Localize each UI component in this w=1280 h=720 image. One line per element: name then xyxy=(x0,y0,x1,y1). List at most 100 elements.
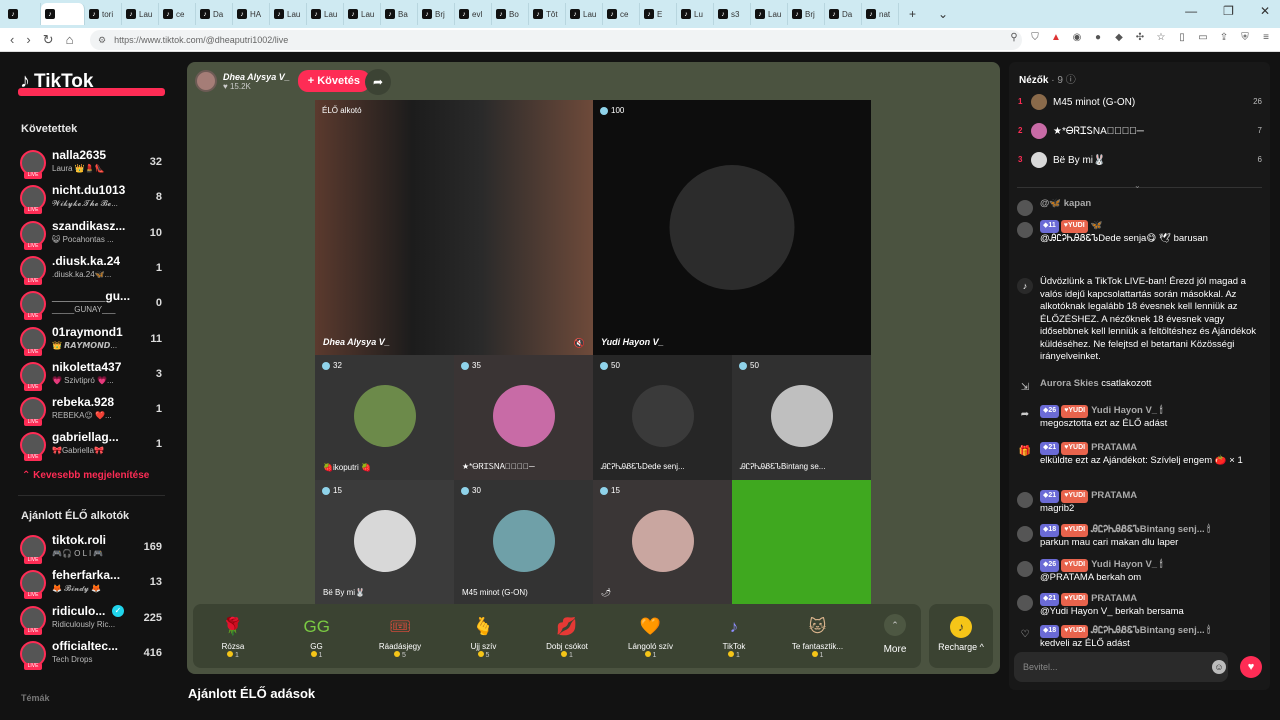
extension-icon[interactable]: ● xyxy=(1092,32,1104,43)
guest-video-cell[interactable] xyxy=(732,480,871,605)
browser-tab[interactable]: ♪ xyxy=(4,3,41,25)
extension-icon[interactable]: ◉ xyxy=(1071,32,1083,43)
guest-video-cell[interactable]: ÉLŐ alkotó Dhea Alysya V_ 🔇 xyxy=(315,100,593,355)
sidebar-creator-item[interactable]: LIVE 01raymond1 👑 𝙍𝘼𝙔𝙈𝙊𝙉𝘿... 11 xyxy=(20,325,165,357)
top-viewer-row[interactable]: 3 Bë By mi🐰 6 xyxy=(1017,150,1262,170)
browser-tab[interactable]: ♪ evl xyxy=(455,3,492,25)
chat-input[interactable]: Bevitel... ☺ xyxy=(1014,652,1228,682)
info-icon[interactable]: ⓘ xyxy=(1066,75,1076,86)
host-avatar[interactable] xyxy=(195,70,217,92)
browser-tab[interactable]: ♪ Tôt xyxy=(529,3,566,25)
chat-username[interactable]: 🦋 xyxy=(1091,220,1103,231)
browser-tab[interactable]: ♪ tori xyxy=(85,3,122,25)
chat-username[interactable]: @🦋 kapan xyxy=(1040,198,1091,209)
browser-tab[interactable]: ♪ Brj xyxy=(418,3,455,25)
home-icon[interactable]: ⌂ xyxy=(66,32,74,48)
more-gifts-button[interactable]: ⌃ More xyxy=(873,614,917,655)
warning-icon[interactable]: ▲ xyxy=(1050,32,1062,43)
zoom-icon[interactable]: ⚲ xyxy=(1008,32,1020,43)
chat-username[interactable]: Aurora Skies xyxy=(1040,378,1099,389)
sidebar-creator-item[interactable]: LIVE tiktok.roli 🎮🎧 O L I 🎮 169 xyxy=(20,533,165,565)
share-icon[interactable]: ⇪ xyxy=(1218,32,1230,43)
browser-tab[interactable]: ♪ Lau xyxy=(270,3,307,25)
sidebar-icon[interactable]: ▯ xyxy=(1176,32,1188,43)
browser-tab[interactable]: ♪ s3 xyxy=(714,3,751,25)
puzzle-icon[interactable]: ✣ xyxy=(1134,32,1146,43)
browser-tab[interactable]: ♪ Ba xyxy=(381,3,418,25)
maximize-icon[interactable]: ❐ xyxy=(1223,4,1234,18)
browser-tab[interactable]: ♪ Lau xyxy=(307,3,344,25)
emoji-icon[interactable]: ☺ xyxy=(1212,660,1226,674)
sidebar-creator-item[interactable]: LIVE szandikasz... 😺 Pocahontas ... 10 xyxy=(20,219,165,251)
sidebar-creator-item[interactable]: LIVE ________gu... _____GUNAY___ 0 xyxy=(20,289,165,321)
browser-tab[interactable]: ♪ Brj xyxy=(788,3,825,25)
top-viewer-row[interactable]: 2 ★*ᎾᏒᏆᏚNA✧⃝✗⃝─ 7 xyxy=(1017,121,1262,141)
guest-video-cell[interactable]: 35 ★*ᎾᏒᏆᏚNA✧⃝✗⃝─ xyxy=(454,355,593,480)
bookmark-icon[interactable]: ☆ xyxy=(1155,32,1167,43)
url-field[interactable]: ⚙ https://www.tiktok.com/@dheaputri1002/… xyxy=(90,30,1022,50)
menu-icon[interactable]: ≡ xyxy=(1260,32,1272,43)
gift-item[interactable]: 🐱 Te fantasztik... 1 xyxy=(778,608,858,666)
expand-chevron-icon[interactable]: ⌄ xyxy=(1134,181,1141,190)
sidebar-creator-item[interactable]: LIVE nikoletta437 💗 Szivtipró 💗... 3 xyxy=(20,360,165,392)
chat-username[interactable]: PRATAMA xyxy=(1091,593,1137,604)
back-icon[interactable]: ‹ xyxy=(10,32,14,48)
like-heart-button[interactable]: ♥ xyxy=(1240,656,1262,678)
sidebar-creator-item[interactable]: LIVE .diusk.ka.24 .diusk.ka.24🦋... 1 xyxy=(20,254,165,286)
browser-tab[interactable]: ♪ E xyxy=(640,3,677,25)
tab-list-icon[interactable]: ⌄ xyxy=(938,7,948,21)
browser-tab[interactable]: ♪ Lau xyxy=(344,3,381,25)
guest-video-cell[interactable]: 15 Bë By mi🐰 xyxy=(315,480,454,605)
guest-video-cell[interactable]: 50 ᎯᏝᎮᏂᎯᏰᏋᏖBintang se... xyxy=(732,355,871,480)
guest-video-cell[interactable]: 100 Yudi Hayon V_ xyxy=(593,100,871,355)
top-viewer-row[interactable]: 1 M45 minot (G-ON) 26 xyxy=(1017,92,1262,112)
sidebar-creator-item[interactable]: LIVE feherfarka... 🦊 𝓑𝓲𝓷𝓭𝔂 🦊 13 xyxy=(20,568,165,600)
browser-tab[interactable]: ♪ Lau xyxy=(566,3,603,25)
browser-tab[interactable]: ♪ Lau xyxy=(122,3,159,25)
chat-username[interactable]: Yudi Hayon V_ 🕯 xyxy=(1091,405,1162,416)
follow-button[interactable]: + Követés xyxy=(297,70,370,92)
sidebar-creator-item[interactable]: LIVE officialtec... Tech Drops 416 xyxy=(20,639,165,671)
browser-tab[interactable]: ♪ Lau xyxy=(751,3,788,25)
share-button[interactable]: ➦ xyxy=(365,69,391,95)
browser-tab[interactable]: ♪ nat xyxy=(862,3,899,25)
sidebar-creator-item[interactable]: LIVE ridiculo... ✓ Ridiculously Ric... 225 xyxy=(20,604,165,636)
browser-tab[interactable]: ♪ Da xyxy=(825,3,862,25)
minimize-icon[interactable]: — xyxy=(1185,4,1197,18)
browser-tab[interactable]: ♪ Bo xyxy=(492,3,529,25)
gift-item[interactable]: 🌹 Rózsa 1 xyxy=(193,608,273,666)
chat-username[interactable]: ᎯᏝᎮᏂᎯᏰᏋᏖBintang senj... 🕯 xyxy=(1091,524,1210,535)
guest-video-cell[interactable]: 50 ᎯᏝᎮᏂᎯᏰᏋᏖDede senj... xyxy=(593,355,732,480)
guest-video-cell[interactable]: 15 🌶 xyxy=(593,480,732,605)
gift-item[interactable]: ♪ TikTok 1 xyxy=(694,608,774,666)
shield-icon[interactable]: ⛉ xyxy=(1029,32,1041,43)
browser-tab[interactable]: ♪ Lu xyxy=(677,3,714,25)
browser-tab[interactable]: ♪ Da xyxy=(196,3,233,25)
sidebar-creator-item[interactable]: LIVE rebeka.928 REBEKA😉 ❤️... 1 xyxy=(20,395,165,427)
chat-username[interactable]: Yudi Hayon V_ 🕯 xyxy=(1091,559,1162,570)
gift-item[interactable]: 🎟 Ráadásjegy 5 xyxy=(360,608,440,666)
sidebar-creator-item[interactable]: LIVE nicht.du1013 𝓦𝓲𝓴𝔂𝓴𝓮.𝓣𝓱𝓮 𝓑𝓮... 8 xyxy=(20,183,165,215)
show-less-link[interactable]: ⌃ Kevesebb megjelenítése xyxy=(22,470,149,481)
site-info-icon[interactable]: ⚙ xyxy=(98,35,106,46)
gift-item[interactable]: 💋 Dobj csókot 1 xyxy=(527,608,607,666)
close-icon[interactable]: ✕ xyxy=(1260,4,1270,18)
vpn-icon[interactable]: ⛨ xyxy=(1239,32,1251,43)
wallet-icon[interactable]: ▭ xyxy=(1197,32,1209,43)
guest-video-cell[interactable]: 30 M45 minot (G-ON) xyxy=(454,480,593,605)
new-tab-icon[interactable]: + xyxy=(909,7,916,21)
reload-icon[interactable]: ↻ xyxy=(43,32,54,48)
browser-tab[interactable]: ♪ xyxy=(41,3,85,25)
forward-icon[interactable]: › xyxy=(26,32,30,48)
host-name[interactable]: Dhea Alysya V_ xyxy=(223,72,290,82)
recharge-button[interactable]: ♪ Recharge ^ xyxy=(929,604,993,668)
browser-tab[interactable]: ♪ ce xyxy=(159,3,196,25)
browser-tab[interactable]: ♪ ce xyxy=(603,3,640,25)
extension-icon[interactable]: ◆ xyxy=(1113,32,1125,43)
sidebar-creator-item[interactable]: LIVE gabriellag... 🎀Gabriella🎀 1 xyxy=(20,430,165,462)
guest-video-cell[interactable]: 32 🍓ikoputri 🍓 xyxy=(315,355,454,480)
browser-tab[interactable]: ♪ HA xyxy=(233,3,270,25)
gift-item[interactable]: GG GG 1 xyxy=(277,608,357,666)
gift-item[interactable]: 🧡 Lángoló szív 1 xyxy=(611,608,691,666)
chat-username[interactable]: ᎯᏝᎮᏂᎯᏰᏋᏖBintang senj... 🕯 xyxy=(1091,625,1210,636)
